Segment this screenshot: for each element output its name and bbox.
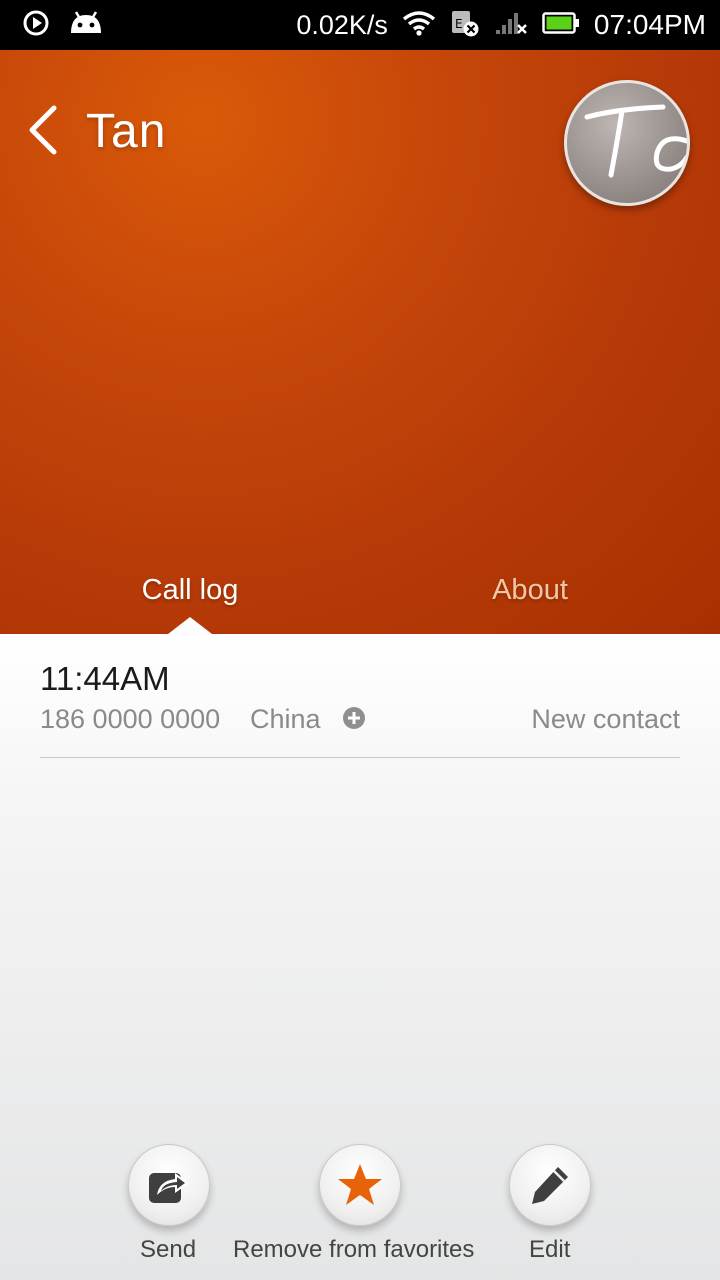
battery-icon [542, 11, 580, 40]
remove-favorite-button[interactable] [319, 1144, 401, 1226]
phone-number: 186 0000 0000 [40, 704, 221, 734]
android-icon [68, 9, 104, 42]
avatar[interactable] [564, 80, 690, 206]
remove-favorite-label: Remove from favorites [233, 1236, 475, 1263]
edit-button[interactable] [509, 1144, 591, 1226]
signal-icon [494, 10, 528, 41]
status-bar: 0.02K/s E 07:04PM [0, 0, 720, 50]
avatar-initials-image [584, 104, 687, 178]
pencil-icon [532, 1167, 568, 1204]
call-log-entry[interactable]: 11:44AM 186 0000 0000 China New contact [40, 658, 680, 758]
contact-header: Tan Call log About [0, 50, 720, 634]
call-time: 11:44AM [40, 660, 170, 697]
contact-detail-screen: 0.02K/s E 07:04PM Tan Call log About 11:… [0, 0, 720, 1280]
sim-error-icon: E [450, 9, 480, 42]
active-tab-indicator [168, 617, 212, 634]
contact-name: Tan [86, 105, 167, 158]
share-icon [149, 1173, 189, 1203]
send-label: Send [140, 1236, 197, 1263]
add-icon[interactable] [342, 706, 368, 732]
star-icon [338, 1164, 382, 1205]
wifi-icon [402, 10, 436, 41]
play-icon [22, 9, 50, 42]
svg-text:E: E [455, 17, 463, 31]
back-button[interactable] [24, 102, 64, 158]
tab-about[interactable]: About [350, 570, 710, 634]
tab-bar: Call log About [0, 570, 720, 634]
network-speed: 0.02K/s [296, 9, 388, 40]
edit-label: Edit [529, 1236, 571, 1263]
action-bar: Send Remove from favorites Edit [0, 1130, 720, 1280]
send-button[interactable] [128, 1144, 210, 1226]
chevron-left-icon [29, 105, 57, 155]
clock: 07:04PM [593, 9, 706, 40]
new-contact-link[interactable]: New contact [531, 704, 680, 735]
phone-location: China [250, 704, 321, 734]
